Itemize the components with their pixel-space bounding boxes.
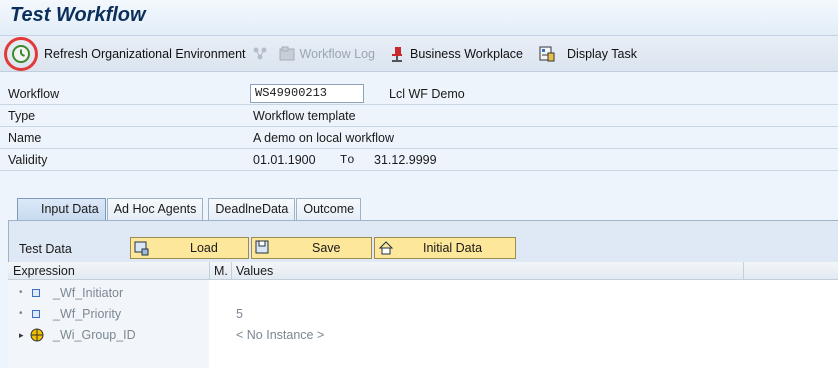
column-separator [209,262,210,280]
tree-row[interactable]: • _Wf_Priority 5 [8,304,838,325]
name-label: Name [8,131,42,145]
display-task-icon [539,46,555,62]
tree-row-name: _Wi_Group_ID [53,328,136,342]
tree-row-value: 5 [236,307,243,321]
workplace-chair-icon [389,46,405,62]
save-label: Save [312,241,341,255]
tree-bullet-icon: • [19,308,23,319]
name-value: A demo on local workflow [253,131,395,145]
load-button[interactable]: Load [130,237,249,259]
type-label: Type [8,109,36,123]
field-row-validity: Validity 01.01.1900 To 31.12.9999 [0,149,838,171]
validity-label: Validity [8,153,48,167]
expression-tree-table: Expression M. Values • _Wf_Initiator • _… [8,262,838,368]
org-structure-icon [252,46,268,62]
execute-clock-icon [12,44,30,63]
org-structure-button[interactable] [250,42,275,66]
workflow-short-text: Lcl WF Demo [389,87,465,101]
tab-ad-hoc-agents[interactable]: Ad Hoc Agents [106,198,204,220]
validity-to-label: To [340,153,355,167]
tree-row[interactable]: • _Wf_Initiator [8,283,838,304]
column-header-m[interactable]: M. [214,264,228,278]
field-row-name: Name A demo on local workflow [0,127,838,149]
workflow-id-input[interactable]: WS49900213 [250,84,364,103]
workflow-log-icon [279,46,295,62]
parameter-node-icon [32,310,40,318]
tab-input-data[interactable]: Input Data [17,198,106,220]
column-header-values[interactable]: Values [236,264,273,278]
initial-data-label: Initial Data [423,241,483,255]
business-workplace-button[interactable]: Business Workplace [385,42,527,66]
tree-row-value: < No Instance > [236,328,325,342]
validity-to-value: 31.12.9999 [374,153,437,167]
load-icon [134,240,150,256]
field-row-type: Type Workflow template [0,105,838,127]
expand-arrow-icon[interactable]: ▸ [19,330,24,341]
initial-data-icon [378,240,394,256]
window-title: Test Workflow [10,4,146,26]
type-value: Workflow template [253,109,356,123]
object-instance-icon [30,328,44,342]
tab-deadline-data[interactable]: DeadlneData [208,198,296,220]
tab-outcome[interactable]: Outcome [296,198,362,220]
workflow-header-fields: Workflow WS49900213 Lcl WF Demo Type Wor… [0,83,838,171]
display-task-label: Display Task [567,46,637,61]
tab-strip: Input Data Ad Hoc Agents DeadlneData Out… [17,198,362,220]
workflow-label: Workflow [8,87,60,101]
parameter-node-icon [32,289,40,297]
tree-row-name: _Wf_Priority [53,307,122,321]
save-button[interactable]: Save [251,237,372,259]
title-bar: Test Workflow [0,0,838,36]
field-row-workflow: Workflow WS49900213 Lcl WF Demo [0,83,838,105]
tree-header: Expression M. Values [8,262,838,280]
save-icon [255,240,271,256]
workflow-log-label: Workflow Log [299,46,376,61]
display-task-button[interactable]: Display Task [535,42,641,66]
tree-row[interactable]: ▸ _Wi_Group_ID < No Instance > [8,325,838,346]
column-header-expression[interactable]: Expression [13,264,75,278]
workflow-log-button[interactable]: Workflow Log [275,42,380,66]
refresh-org-env-button[interactable]: Refresh Organizational Environment [40,42,250,66]
initial-data-button[interactable]: Initial Data [374,237,516,259]
validity-from-value: 01.01.1900 [253,153,316,167]
column-separator [231,262,232,280]
test-data-label: Test Data [19,242,72,256]
application-toolbar: Refresh Organizational Environment Workf… [0,36,838,72]
test-data-bar: Test Data Load Save Initial Data [17,236,838,262]
load-label: Load [190,241,218,255]
execute-button[interactable] [4,36,38,71]
column-separator [743,262,744,280]
refresh-org-env-label: Refresh Organizational Environment [44,46,246,61]
tree-bullet-icon: • [19,287,23,298]
business-workplace-label: Business Workplace [410,46,524,61]
tree-row-name: _Wf_Initiator [53,286,124,300]
